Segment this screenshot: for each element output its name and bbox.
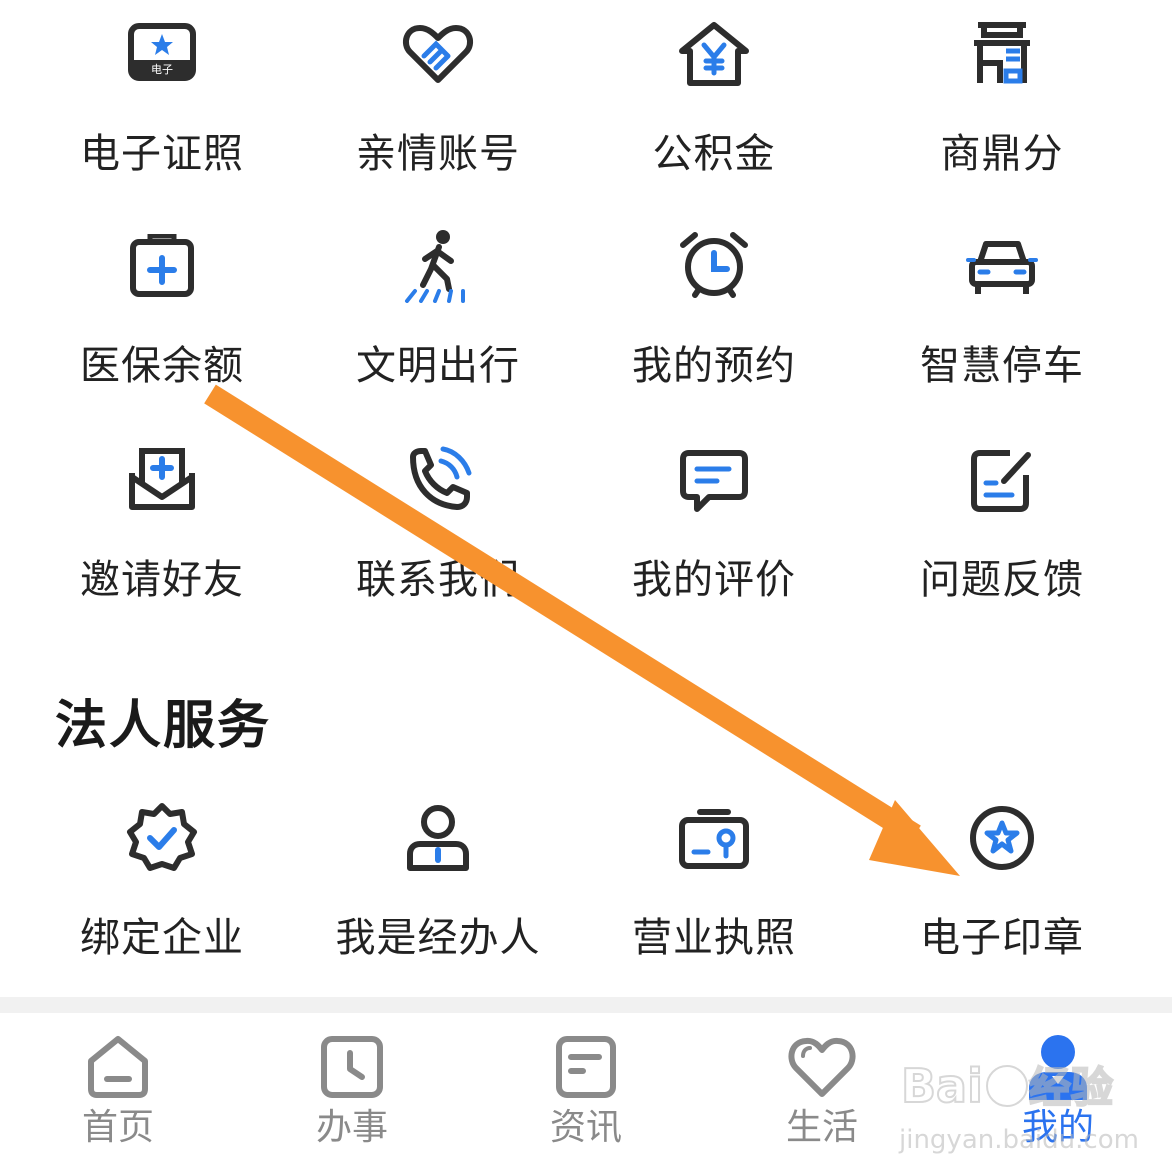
service-provident-fund[interactable]: 公积金 — [594, 14, 834, 194]
service-e-seal[interactable]: 电子印章 — [882, 798, 1122, 978]
e-certificate-icon: 电子 — [122, 14, 202, 94]
service-shangding-score[interactable]: 商鼎分 — [882, 14, 1122, 194]
alarm-clock-icon — [674, 226, 754, 306]
service-label: 我是经办人 — [335, 915, 541, 961]
heart-icon — [786, 1031, 858, 1103]
handshake-heart-icon — [398, 14, 478, 94]
tab-home[interactable]: 首页 — [48, 1013, 188, 1172]
service-e-certificate[interactable]: 电子 电子证照 — [42, 14, 282, 194]
service-label: 公积金 — [652, 131, 776, 177]
medical-kit-icon — [122, 226, 202, 306]
home-icon — [82, 1031, 154, 1103]
service-my-reviews[interactable]: 我的评价 — [594, 440, 834, 620]
agent-person-icon — [398, 798, 478, 878]
tab-label: 我的 — [1021, 1107, 1094, 1148]
service-civilized-travel[interactable]: 文明出行 — [318, 226, 558, 406]
e-seal-star-icon — [962, 798, 1042, 878]
feedback-edit-icon — [962, 440, 1042, 520]
service-my-appointment[interactable]: 我的预约 — [594, 226, 834, 406]
bottom-tab-bar: 首页 办事 资讯 生活 我的 — [0, 1013, 1172, 1172]
user-profile-icon — [1022, 1031, 1094, 1103]
tab-mine[interactable]: 我的 — [988, 1013, 1128, 1172]
service-label: 我的预约 — [632, 343, 796, 389]
tab-label: 资讯 — [549, 1107, 622, 1148]
news-icon — [550, 1031, 622, 1103]
service-label: 电子证照 — [80, 131, 244, 177]
tab-life[interactable]: 生活 — [752, 1013, 892, 1172]
service-label: 智慧停车 — [920, 343, 1084, 389]
service-invite-friends[interactable]: 邀请好友 — [42, 440, 282, 620]
tab-news[interactable]: 资讯 — [516, 1013, 656, 1172]
business-license-icon — [674, 798, 754, 878]
service-label: 问题反馈 — [920, 557, 1084, 603]
service-label: 商鼎分 — [940, 131, 1064, 177]
tab-label: 生活 — [785, 1107, 858, 1148]
phone-call-icon — [398, 440, 478, 520]
service-label: 联系我们 — [356, 557, 520, 603]
tab-label: 首页 — [81, 1107, 154, 1148]
comment-bubble-icon — [674, 440, 754, 520]
service-medical-balance[interactable]: 医保余额 — [42, 226, 282, 406]
service-smart-parking[interactable]: 智慧停车 — [882, 226, 1122, 406]
yuan-house-icon — [674, 14, 754, 94]
service-business-license[interactable]: 营业执照 — [594, 798, 834, 978]
tab-label: 办事 — [315, 1107, 388, 1148]
legal-services-title: 法人服务 — [55, 696, 272, 756]
service-label: 绑定企业 — [80, 915, 244, 961]
invite-envelope-icon — [122, 440, 202, 520]
svg-text:电子: 电子 — [151, 63, 173, 76]
service-agent[interactable]: 我是经办人 — [318, 798, 558, 978]
service-bind-enterprise[interactable]: 绑定企业 — [42, 798, 282, 978]
service-contact-us[interactable]: 联系我们 — [318, 440, 558, 620]
tab-services[interactable]: 办事 — [282, 1013, 422, 1172]
service-label: 亲情账号 — [356, 131, 520, 177]
verified-badge-icon — [122, 798, 202, 878]
service-label: 我的评价 — [632, 557, 796, 603]
service-label: 医保余额 — [80, 343, 244, 389]
service-label: 电子印章 — [920, 915, 1084, 961]
car-icon — [962, 226, 1042, 306]
service-label: 邀请好友 — [80, 557, 244, 603]
service-family-account[interactable]: 亲情账号 — [318, 14, 558, 194]
divider — [0, 997, 1172, 1013]
shangding-tower-icon — [962, 14, 1042, 94]
service-label: 营业执照 — [632, 915, 796, 961]
clock-square-icon — [316, 1031, 388, 1103]
service-label: 文明出行 — [356, 343, 520, 389]
pedestrian-crosswalk-icon — [398, 226, 478, 306]
service-feedback[interactable]: 问题反馈 — [882, 440, 1122, 620]
